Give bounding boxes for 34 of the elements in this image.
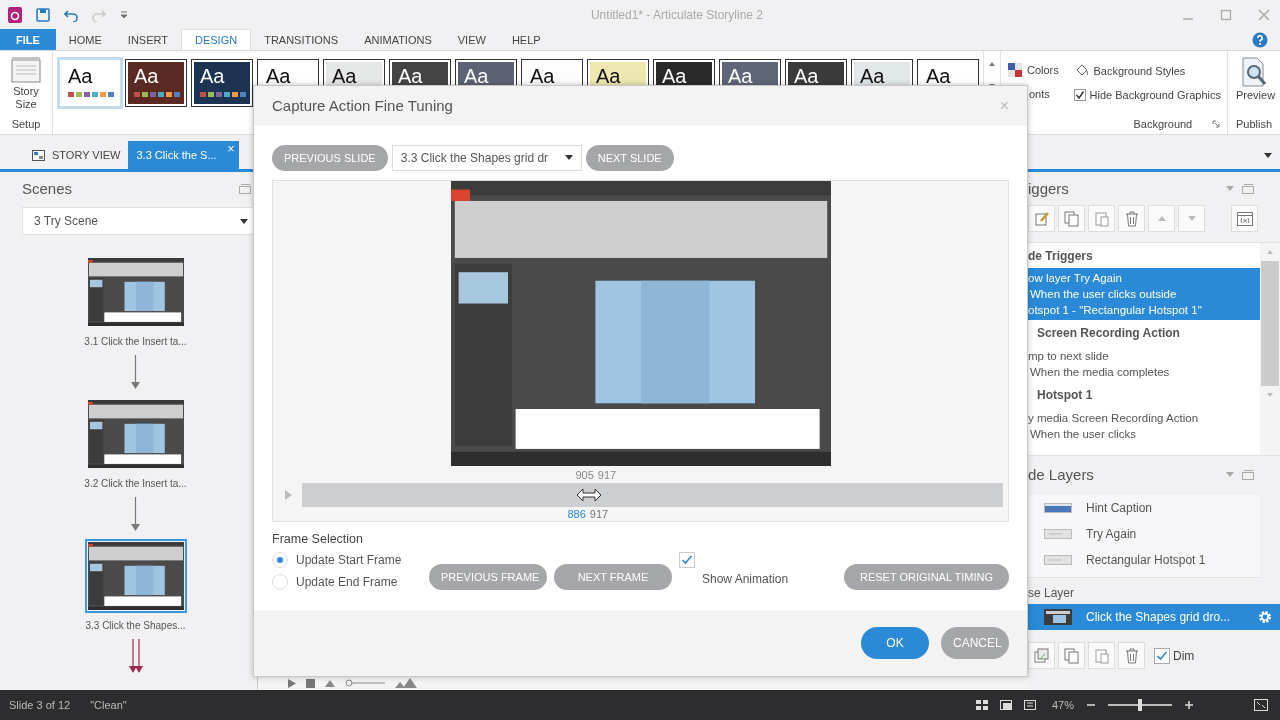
trigger-text: When the media completes — [1029, 365, 1171, 380]
group-label: Background — [1133, 118, 1193, 130]
panel-title: iggers — [1028, 180, 1069, 197]
radio-label: Update End Frame — [296, 574, 398, 589]
slide-label: 3.3 Click the Shapes... — [85, 620, 186, 631]
group-label: Publish — [1235, 118, 1273, 132]
checkbox-label: Hide Background Graphics — [1089, 89, 1221, 101]
group-heading: de Triggers — [1028, 248, 1094, 265]
trigger-text: When the user clicks outside — [1029, 287, 1178, 302]
status-text: "Clean" — [90, 699, 127, 711]
checkbox-label: Dim — [1173, 648, 1195, 663]
object-heading: Hotspot 1 — [1036, 387, 1094, 404]
slide-label: 3.2 Click the Insert ta... — [84, 478, 187, 489]
radio-label: Update Start Frame — [296, 552, 402, 567]
trigger-text: ow layer Try Again — [1028, 271, 1123, 286]
frame-number: 917 — [589, 507, 609, 520]
object-heading: Screen Recording Action — [1036, 325, 1181, 342]
panel-title: de Layers — [1028, 466, 1094, 483]
status-text: Slide 3 of 12 — [9, 699, 71, 711]
section-title: se Layer — [1028, 585, 1076, 602]
checkbox-label: Show Animation — [702, 571, 789, 586]
group-label: Setup — [11, 118, 41, 132]
frame-number: 886 — [567, 507, 586, 520]
window-title: Untitled1* - Articulate Storyline 2 — [589, 7, 765, 22]
trigger-text: otspot 1 - "Rectangular Hotspot 1" — [1028, 303, 1203, 318]
zoom-level: 47% — [1051, 699, 1074, 711]
slide-label: 3.1 Click the Insert ta... — [84, 336, 187, 347]
frame-number: 905 — [575, 468, 594, 481]
trigger-text: When the user clicks — [1029, 427, 1138, 442]
frame-number: 917 — [597, 468, 617, 481]
section-title: Frame Selection — [272, 531, 364, 546]
panel-title: Scenes — [22, 180, 73, 197]
trigger-text: mp to next slide — [1028, 349, 1110, 364]
trigger-text: y media Screen Recording Action — [1028, 411, 1200, 426]
